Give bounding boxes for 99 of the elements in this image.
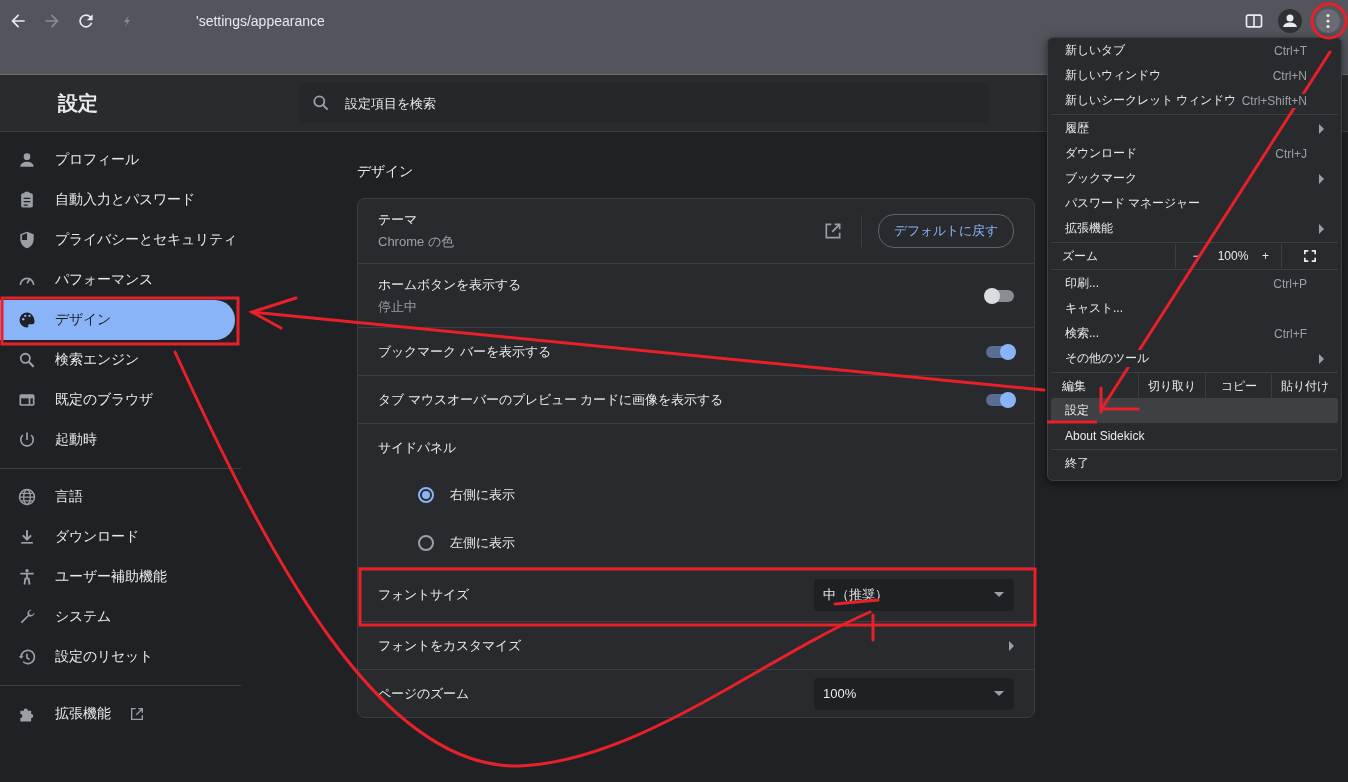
menu-item[interactable]: 新しいシークレット ウィンドウ Ctrl+Shift+N bbox=[1051, 88, 1338, 113]
accessibility-icon bbox=[17, 567, 37, 587]
menu-icon[interactable] bbox=[1316, 9, 1340, 33]
power-icon bbox=[17, 430, 37, 450]
menu-item-label: 検索... bbox=[1065, 325, 1099, 342]
menu-item-label: その他のツール bbox=[1065, 350, 1149, 367]
zoom-in-button[interactable]: + bbox=[1250, 244, 1282, 268]
sidebar-item[interactable]: 既定のブラウザ bbox=[0, 380, 235, 420]
shortcut-text: Ctrl+F bbox=[1274, 326, 1307, 341]
menu-item-label: ダウンロード bbox=[1065, 145, 1137, 162]
row-label: テーマ bbox=[378, 211, 418, 229]
menu-item-label: 設定 bbox=[1065, 402, 1089, 419]
sidebar-item[interactable]: デザイン bbox=[0, 300, 235, 340]
dropdown[interactable]: 100% bbox=[814, 677, 1014, 710]
caret-icon bbox=[994, 592, 1004, 597]
menu-item[interactable]: その他のツール bbox=[1051, 346, 1338, 371]
menu-item[interactable]: 印刷... Ctrl+P bbox=[1051, 271, 1338, 296]
row-label: タブ マウスオーバーのプレビュー カードに画像を表示する bbox=[378, 390, 725, 409]
row-sublabel: 停止中 bbox=[378, 297, 418, 316]
sidebar-item[interactable]: 検索エンジン bbox=[0, 340, 235, 380]
profile-icon[interactable] bbox=[1278, 9, 1302, 33]
menu-item-label: 新しいシークレット ウィンドウ bbox=[1065, 92, 1237, 109]
menu-item-label: ブックマーク bbox=[1065, 170, 1137, 187]
search-field[interactable]: 設定項目を検索 bbox=[299, 83, 989, 123]
menu-item[interactable]: 検索... Ctrl+F bbox=[1051, 321, 1338, 346]
menu-item[interactable]: キャスト... bbox=[1051, 296, 1338, 321]
menu-item-label: キャスト... bbox=[1065, 300, 1123, 317]
menu-item-label: 印刷... bbox=[1065, 275, 1099, 292]
sidebar-item[interactable]: ダウンロード bbox=[0, 517, 235, 557]
menu-item-label: 終了 bbox=[1065, 455, 1089, 472]
sidebar-item[interactable]: システム bbox=[0, 597, 235, 637]
radio-button[interactable] bbox=[418, 487, 434, 503]
menu-item-label: 新しいウィンドウ bbox=[1065, 67, 1161, 84]
sidebar-item[interactable]: 設定のリセット bbox=[0, 637, 235, 677]
shortcut-text: Ctrl+T bbox=[1274, 43, 1307, 58]
menu-item[interactable]: About Sidekick bbox=[1051, 423, 1338, 448]
menu-item-label: ズーム bbox=[1051, 244, 1176, 268]
menu-item[interactable]: 新しいタブ Ctrl+T bbox=[1051, 38, 1338, 63]
sidebar-item[interactable]: プロフィール bbox=[0, 140, 235, 180]
sidebar-item[interactable]: ユーザー補助機能 bbox=[0, 557, 235, 597]
radio-label: 右側に表示 bbox=[450, 486, 515, 504]
chevron-right-icon bbox=[1009, 640, 1014, 651]
menu-item[interactable]: 履歴 bbox=[1051, 116, 1338, 141]
settings-link-row[interactable]: フォントをカスタマイズ bbox=[358, 621, 1034, 669]
menu-item[interactable]: 終了 bbox=[1051, 451, 1338, 476]
menu-item-label: パスワード マネージャー bbox=[1065, 195, 1201, 212]
reload-icon[interactable] bbox=[76, 11, 96, 31]
globe-icon bbox=[17, 487, 37, 507]
row-label: フォントをカスタマイズ bbox=[378, 636, 522, 655]
sidebar-item[interactable]: パフォーマンス bbox=[0, 260, 235, 300]
menu-item-label: About Sidekick bbox=[1065, 428, 1145, 443]
menu-item-label: 新しいタブ bbox=[1065, 42, 1125, 59]
sidebar-item[interactable]: 言語 bbox=[0, 477, 235, 517]
shortcut-text: Ctrl+Shift+N bbox=[1241, 93, 1307, 108]
row-label: ホームボタンを表示する bbox=[378, 275, 522, 294]
edit-button[interactable]: 貼り付け bbox=[1272, 374, 1338, 398]
row-label: フォントサイズ bbox=[378, 585, 470, 604]
settings-title: 設定 bbox=[57, 90, 99, 116]
search-icon bbox=[17, 350, 37, 370]
menu-item[interactable]: ブックマーク bbox=[1051, 166, 1338, 191]
menu-item-label: 履歴 bbox=[1065, 120, 1089, 137]
shortcut-text: Ctrl+J bbox=[1275, 146, 1307, 161]
menu-item[interactable]: 設定 bbox=[1051, 398, 1338, 423]
radio-label: 左側に表示 bbox=[450, 534, 515, 552]
menu-item[interactable]: 新しいウィンドウ Ctrl+N bbox=[1051, 63, 1338, 88]
split-view-icon[interactable] bbox=[1244, 11, 1264, 31]
annotation-underline bbox=[1047, 420, 1097, 424]
external-link-icon[interactable] bbox=[823, 221, 843, 241]
caret-icon bbox=[994, 691, 1004, 696]
history-icon bbox=[17, 647, 37, 667]
menu-item[interactable]: ダウンロード Ctrl+J bbox=[1051, 141, 1338, 166]
person-icon bbox=[17, 150, 37, 170]
reset-default-button[interactable]: デフォルトに戻す bbox=[878, 214, 1014, 248]
search-icon bbox=[311, 93, 331, 113]
zoom-level-text: 100% bbox=[1216, 248, 1250, 265]
row-label: ブックマーク バーを表示する bbox=[378, 342, 552, 361]
sidebar-item[interactable]: 自動入力とパスワード bbox=[0, 180, 235, 220]
shortcut-text: Ctrl+N bbox=[1272, 68, 1307, 83]
toggle-switch[interactable] bbox=[986, 345, 1014, 358]
sidebar-item[interactable]: プライバシーとセキュリティ bbox=[0, 220, 235, 260]
radio-button[interactable] bbox=[418, 535, 434, 551]
annotation-circle bbox=[1310, 2, 1348, 40]
row-sublabel: Chrome の色 bbox=[378, 233, 455, 251]
site-icon bbox=[122, 14, 132, 28]
palette-icon bbox=[17, 310, 37, 330]
menu-item[interactable]: パスワード マネージャー bbox=[1051, 191, 1338, 216]
menu-item-label: 拡張機能 bbox=[1065, 220, 1113, 237]
address-text[interactable]: 'settings/appearance bbox=[196, 13, 325, 29]
sidebar-item[interactable]: 拡張機能 bbox=[0, 694, 235, 734]
row-label: サイドパネル bbox=[378, 438, 457, 457]
toggle-switch[interactable] bbox=[986, 289, 1014, 302]
toggle-switch[interactable] bbox=[986, 393, 1014, 406]
shield-icon bbox=[17, 230, 37, 250]
shortcut-text: Ctrl+P bbox=[1273, 276, 1307, 291]
section-title: デザイン bbox=[357, 162, 414, 181]
fullscreen-icon bbox=[1304, 250, 1316, 262]
sidebar-item[interactable]: 起動時 bbox=[0, 420, 235, 460]
row-label: ページのズーム bbox=[378, 684, 470, 703]
menu-item[interactable]: 拡張機能 bbox=[1051, 216, 1338, 241]
